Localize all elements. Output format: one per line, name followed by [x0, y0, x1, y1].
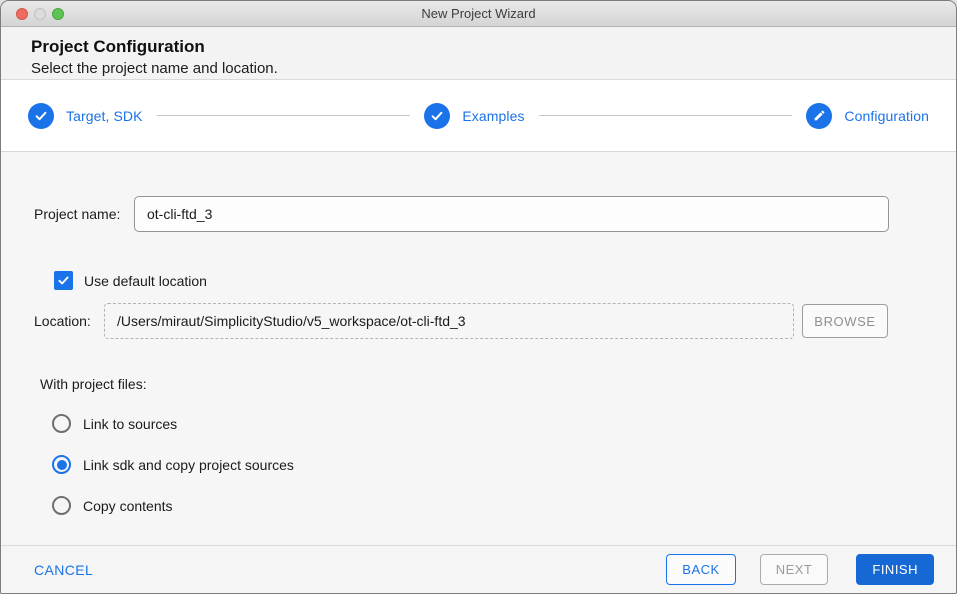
with-project-files-label: With project files: [40, 376, 147, 392]
step-connector [156, 115, 411, 116]
radio-button[interactable] [52, 496, 71, 515]
radio-link-sdk-copy-sources[interactable]: Link sdk and copy project sources [52, 455, 956, 474]
minimize-button[interactable] [34, 7, 46, 20]
location-label: Location: [34, 313, 91, 329]
radio-label: Link to sources [83, 415, 178, 432]
pencil-icon [814, 110, 825, 121]
window-title: New Project Wizard [421, 6, 536, 21]
use-default-location-row[interactable]: Use default location [54, 271, 956, 290]
radio-button[interactable] [52, 455, 71, 474]
wizard-footer: CANCEL BACK NEXT FINISH [1, 545, 956, 593]
use-default-location-checkbox[interactable] [54, 271, 73, 290]
use-default-location-label: Use default location [84, 272, 207, 289]
page-title: Project Configuration [31, 37, 205, 56]
project-name-row: Project name: [34, 196, 956, 232]
close-button[interactable] [16, 7, 28, 20]
title-bar: New Project Wizard [1, 1, 956, 27]
step-label: Examples [462, 107, 525, 124]
next-button[interactable]: NEXT [759, 554, 829, 585]
check-icon [35, 111, 47, 120]
page-subtitle: Select the project name and location. [31, 60, 278, 77]
radio-copy-contents[interactable]: Copy contents [52, 496, 956, 515]
browse-button[interactable]: BROWSE [802, 304, 888, 338]
step-circle-complete [28, 102, 54, 129]
project-name-input[interactable] [134, 196, 889, 232]
step-circle-complete [424, 102, 451, 129]
step-connector [538, 115, 793, 116]
wizard-header: Project Configuration Select the project… [1, 27, 956, 80]
wizard-content: Project name: Use default location Locat… [1, 152, 956, 545]
step-label: Target, SDK [66, 107, 143, 124]
check-icon [58, 276, 69, 285]
radio-button[interactable] [52, 414, 71, 433]
step-label: Configuration [844, 107, 929, 124]
step-configuration[interactable]: Configuration [806, 102, 929, 129]
step-target-sdk[interactable]: Target, SDK [28, 102, 143, 129]
location-row: Location: BROWSE [34, 303, 956, 339]
check-icon [431, 111, 443, 120]
step-circle-current [806, 102, 833, 129]
traffic-lights [16, 7, 64, 20]
location-input[interactable] [104, 303, 794, 339]
project-name-label: Project name: [34, 206, 121, 222]
radio-label: Copy contents [83, 497, 173, 514]
step-examples[interactable]: Examples [424, 102, 525, 129]
wizard-stepper: Target, SDK Examples Configuration [1, 80, 956, 152]
radio-label: Link sdk and copy project sources [83, 456, 294, 473]
back-button[interactable]: BACK [666, 554, 736, 585]
radio-link-to-sources[interactable]: Link to sources [52, 414, 956, 433]
new-project-wizard-window: New Project Wizard Project Configuration… [0, 0, 957, 594]
finish-button[interactable]: FINISH [856, 554, 934, 585]
cancel-button[interactable]: CANCEL [34, 562, 93, 578]
zoom-button[interactable] [52, 7, 64, 20]
